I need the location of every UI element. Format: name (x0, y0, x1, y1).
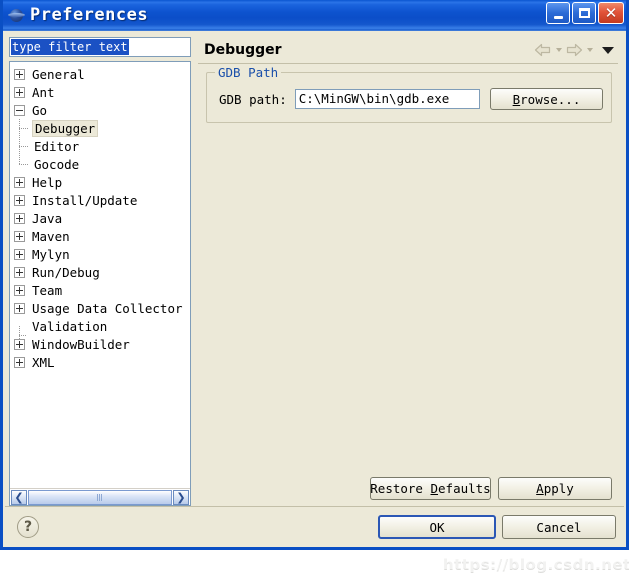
scrollbar-grip-icon (97, 494, 103, 501)
tree-item-gocode[interactable]: Gocode (10, 155, 190, 173)
expand-plus-icon[interactable] (14, 357, 25, 368)
scroll-right-arrow-icon[interactable]: ❯ (173, 490, 189, 505)
back-arrow-icon[interactable] (534, 42, 552, 58)
tree-item-label: General (30, 67, 87, 82)
filter-input-box[interactable]: type filter text (9, 37, 191, 57)
expand-plus-icon[interactable] (14, 249, 25, 260)
apply-button[interactable]: Apply (498, 477, 612, 500)
tree-item-help[interactable]: Help (10, 173, 190, 191)
tree-item-team[interactable]: Team (10, 281, 190, 299)
preference-tree-panel: General Ant Go Debugger (9, 61, 191, 506)
dialog-button-bar: ? OK Cancel (3, 507, 626, 547)
browse-button[interactable]: Browse... (490, 88, 603, 110)
ok-button[interactable]: OK (378, 515, 496, 539)
gdb-path-label: GDB path: (219, 92, 287, 107)
tree-item-editor[interactable]: Editor (10, 137, 190, 155)
left-panel: type filter text General Ant (9, 37, 191, 506)
expand-plus-icon[interactable] (14, 177, 25, 188)
tree-item-label: Editor (32, 139, 81, 154)
preferences-window: Preferences ✕ type filter text (0, 0, 629, 550)
gdb-path-row: GDB path: C:\MinGW\bin\gdb.exe Browse... (215, 86, 603, 112)
tree-item-xml[interactable]: XML (10, 353, 190, 371)
expand-plus-icon[interactable] (14, 213, 25, 224)
preference-tree[interactable]: General Ant Go Debugger (10, 62, 190, 488)
page-header: Debugger (196, 37, 620, 63)
expand-plus-icon[interactable] (14, 285, 25, 296)
tree-item-maven[interactable]: Maven (10, 227, 190, 245)
tree-item-label: Validation (30, 319, 109, 334)
expand-plus-icon[interactable] (14, 87, 25, 98)
tree-item-validation[interactable]: Validation (10, 317, 190, 335)
tree-item-ant[interactable]: Ant (10, 83, 190, 101)
page-nav-icons (534, 42, 616, 58)
tree-item-label: Maven (30, 229, 72, 244)
tree-item-usage-data-collector[interactable]: Usage Data Collector (10, 299, 190, 317)
content-spacer (196, 123, 620, 477)
expand-plus-icon[interactable] (14, 339, 25, 350)
tree-item-install-update[interactable]: Install/Update (10, 191, 190, 209)
forward-arrow-icon[interactable] (565, 42, 583, 58)
search-input[interactable]: type filter text (11, 39, 129, 55)
header-divider (198, 63, 618, 64)
tree-connector (19, 137, 33, 155)
tree-item-label: Run/Debug (30, 265, 102, 280)
tree-item-label: Help (30, 175, 64, 190)
page-title: Debugger (204, 42, 534, 58)
expand-plus-icon[interactable] (14, 231, 25, 242)
expand-plus-icon[interactable] (14, 69, 25, 80)
eclipse-globe-icon (8, 6, 26, 24)
tree-item-label: XML (30, 355, 57, 370)
tree-item-windowbuilder[interactable]: WindowBuilder (10, 335, 190, 353)
dialog-client-area: type filter text General Ant (3, 30, 626, 547)
minimize-button[interactable] (546, 2, 570, 24)
gdb-path-input[interactable]: C:\MinGW\bin\gdb.exe (295, 89, 480, 109)
restore-defaults-button[interactable]: Restore Defaults (370, 477, 491, 500)
tree-item-label: WindowBuilder (30, 337, 132, 352)
scrollbar-track[interactable] (28, 490, 172, 505)
tree-item-general[interactable]: General (10, 65, 190, 83)
tree-item-label: Go (30, 103, 49, 118)
close-button[interactable]: ✕ (598, 2, 624, 24)
minimize-icon (554, 16, 563, 19)
dialog-body: type filter text General Ant (3, 31, 626, 506)
dropdown-triangle-icon[interactable] (600, 43, 616, 57)
watermark-text: https://blog.csdn.net/qj0503 (443, 555, 629, 573)
tree-item-java[interactable]: Java (10, 209, 190, 227)
tree-connector (19, 119, 33, 137)
expand-plus-icon[interactable] (14, 303, 25, 314)
tree-item-debugger[interactable]: Debugger (10, 119, 190, 137)
maximize-button[interactable] (572, 2, 596, 24)
tree-item-run-debug[interactable]: Run/Debug (10, 263, 190, 281)
forward-dropdown-caret-icon[interactable] (585, 43, 594, 57)
tree-item-go[interactable]: Go (10, 101, 190, 119)
tree-horizontal-scrollbar[interactable]: ❮ ❯ (10, 488, 190, 505)
tree-connector (19, 155, 33, 173)
scrollbar-thumb[interactable] (28, 490, 172, 505)
group-title: GDB Path (215, 65, 281, 80)
tree-item-label: Ant (30, 85, 57, 100)
help-icon[interactable]: ? (17, 516, 39, 538)
tree-item-label: Mylyn (30, 247, 72, 262)
title-bar[interactable]: Preferences ✕ (3, 0, 626, 30)
right-panel: Debugger (196, 37, 620, 506)
apply-button-row: Restore Defaults Apply (196, 477, 620, 506)
expand-plus-icon[interactable] (14, 267, 25, 278)
tree-item-label: Debugger (32, 120, 98, 137)
tree-item-label: Team (30, 283, 64, 298)
caption-buttons: ✕ (546, 2, 624, 24)
cancel-button[interactable]: Cancel (502, 515, 616, 539)
back-dropdown-caret-icon[interactable] (554, 43, 563, 57)
gdb-path-group: GDB Path GDB path: C:\MinGW\bin\gdb.exe … (206, 72, 612, 123)
scroll-left-arrow-icon[interactable]: ❮ (11, 490, 27, 505)
tree-item-label: Gocode (32, 157, 81, 172)
tree-item-label: Install/Update (30, 193, 139, 208)
collapse-minus-icon[interactable] (14, 105, 25, 116)
tree-item-label: Usage Data Collector (30, 301, 185, 316)
tree-item-mylyn[interactable]: Mylyn (10, 245, 190, 263)
close-icon: ✕ (605, 6, 618, 21)
tree-item-label: Java (30, 211, 64, 226)
window-title: Preferences (30, 5, 148, 25)
maximize-icon (579, 8, 590, 18)
expand-plus-icon[interactable] (14, 195, 25, 206)
